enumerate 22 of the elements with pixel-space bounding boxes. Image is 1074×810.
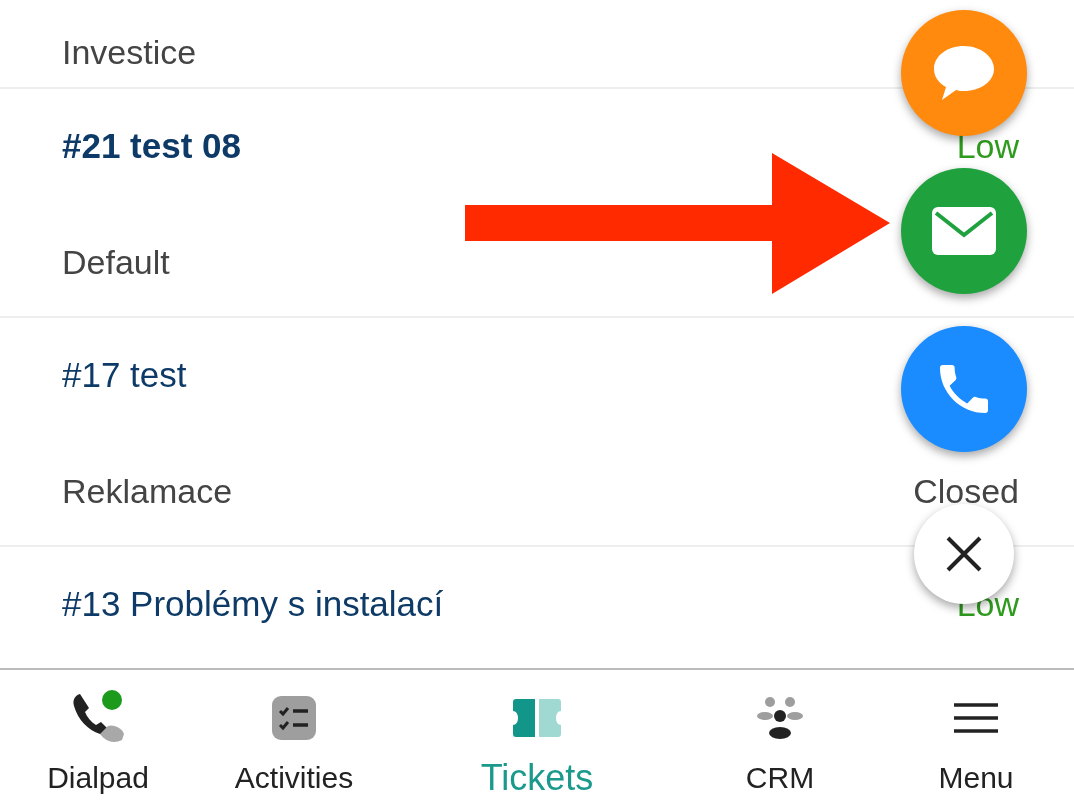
ticket-title[interactable]: #13 Problémy s instalací	[62, 583, 444, 625]
menu-icon	[954, 703, 998, 733]
nav-tab[interactable]: Menu	[878, 670, 1074, 810]
ticket-category: Default	[62, 242, 171, 283]
envelope-icon	[932, 207, 996, 255]
people-icon	[757, 696, 803, 740]
nav-tab[interactable]: Activities	[196, 670, 392, 810]
ticket-priority: Low	[956, 126, 1019, 167]
ticket-title[interactable]: #17 test	[62, 354, 233, 396]
ticket-icon	[513, 699, 561, 737]
nav-tab[interactable]: CRM	[682, 670, 878, 810]
nav-tab[interactable]: Dialpad	[0, 670, 196, 810]
ticket-category: Reklamace	[62, 471, 233, 512]
close-icon	[944, 534, 984, 574]
ticket-category: Investice	[62, 32, 197, 73]
chat-bubble-icon	[932, 44, 996, 102]
ticket-status: Closed	[913, 471, 1019, 512]
chat-button[interactable]	[901, 10, 1027, 136]
ticket-title[interactable]: #21 test 08	[62, 125, 242, 167]
email-button[interactable]	[901, 168, 1027, 294]
checklist-icon	[272, 696, 316, 740]
phone-button[interactable]	[901, 326, 1027, 452]
